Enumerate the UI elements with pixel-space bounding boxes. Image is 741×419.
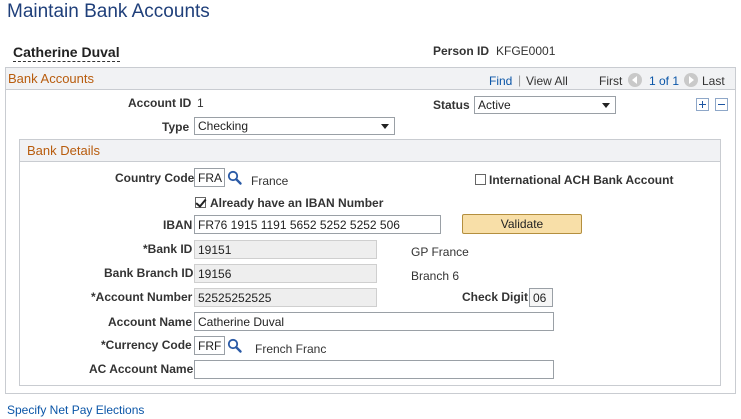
person-name: Catherine Duval [13, 44, 120, 62]
add-row-button[interactable] [696, 98, 709, 111]
account-id-label: Account ID [128, 96, 192, 110]
international-ach-label: International ACH Bank Account [489, 173, 674, 187]
account-name-input[interactable]: Catherine Duval [194, 312, 554, 331]
branch-id-field: 19156 [194, 264, 377, 283]
iban-input[interactable]: FR76 1915 1191 5652 5252 5252 506 [194, 215, 441, 234]
nav-separator: | [518, 73, 522, 87]
check-digit-label: Check Digit [462, 290, 529, 304]
bank-details-title: Bank Details [27, 143, 100, 158]
type-select-value: Checking [198, 119, 249, 133]
bank-details-header [20, 140, 720, 162]
account-name-label: Account Name [108, 315, 193, 329]
bank-id-label: *Bank ID [143, 242, 193, 256]
country-code-input[interactable]: FRA [194, 168, 225, 187]
country-code-label: Country Code [115, 171, 195, 185]
branch-id-label: Bank Branch ID [104, 266, 194, 280]
first-label: First [599, 74, 623, 88]
status-label: Status [433, 98, 470, 112]
international-ach-checkbox[interactable] [475, 174, 486, 185]
account-number-label: *Account Number [91, 290, 193, 304]
iban-label: IBAN [163, 218, 193, 232]
iban-checkbox[interactable] [195, 197, 206, 208]
account-id-value: 1 [197, 96, 204, 110]
branch-name: Branch 6 [411, 269, 460, 283]
type-select[interactable]: Checking [194, 117, 395, 135]
previous-arrow-icon[interactable] [628, 73, 642, 87]
check-digit-field: 06 [529, 288, 553, 307]
currency-code-input[interactable]: FRF [194, 336, 225, 355]
search-icon[interactable] [227, 338, 243, 354]
validate-button[interactable]: Validate [462, 214, 582, 234]
person-id-label: Person ID [433, 44, 490, 58]
ac-account-name-input[interactable] [194, 360, 554, 379]
currency-name: French Franc [255, 342, 327, 356]
chevron-down-icon [381, 124, 389, 129]
last-label: Last [702, 74, 725, 88]
specify-net-pay-elections-link[interactable]: Specify Net Pay Elections [7, 403, 144, 417]
currency-code-label: *Currency Code [101, 338, 192, 352]
delete-row-button[interactable] [715, 98, 728, 111]
status-select[interactable]: Active [474, 96, 616, 114]
page-title: Maintain Bank Accounts [7, 1, 210, 22]
view-all-link[interactable]: View All [526, 74, 568, 88]
bank-accounts-title: Bank Accounts [8, 71, 94, 86]
ac-account-name-label: AC Account Name [89, 362, 194, 376]
bank-accounts-header [6, 68, 735, 90]
country-name: France [251, 174, 289, 188]
search-icon[interactable] [227, 170, 243, 186]
next-arrow-icon[interactable] [684, 73, 698, 87]
person-id-value: KFGE0001 [496, 44, 556, 58]
find-link[interactable]: Find [489, 74, 512, 88]
account-number-field: 52525252525 [194, 288, 377, 307]
chevron-down-icon [602, 103, 610, 108]
bank-id-field: 19151 [194, 240, 377, 259]
type-label: Type [162, 120, 190, 134]
row-range-link[interactable]: 1 of 1 [649, 74, 679, 88]
status-select-value: Active [478, 98, 511, 112]
bank-name: GP France [411, 245, 469, 259]
iban-checkbox-label: Already have an IBAN Number [210, 196, 384, 210]
